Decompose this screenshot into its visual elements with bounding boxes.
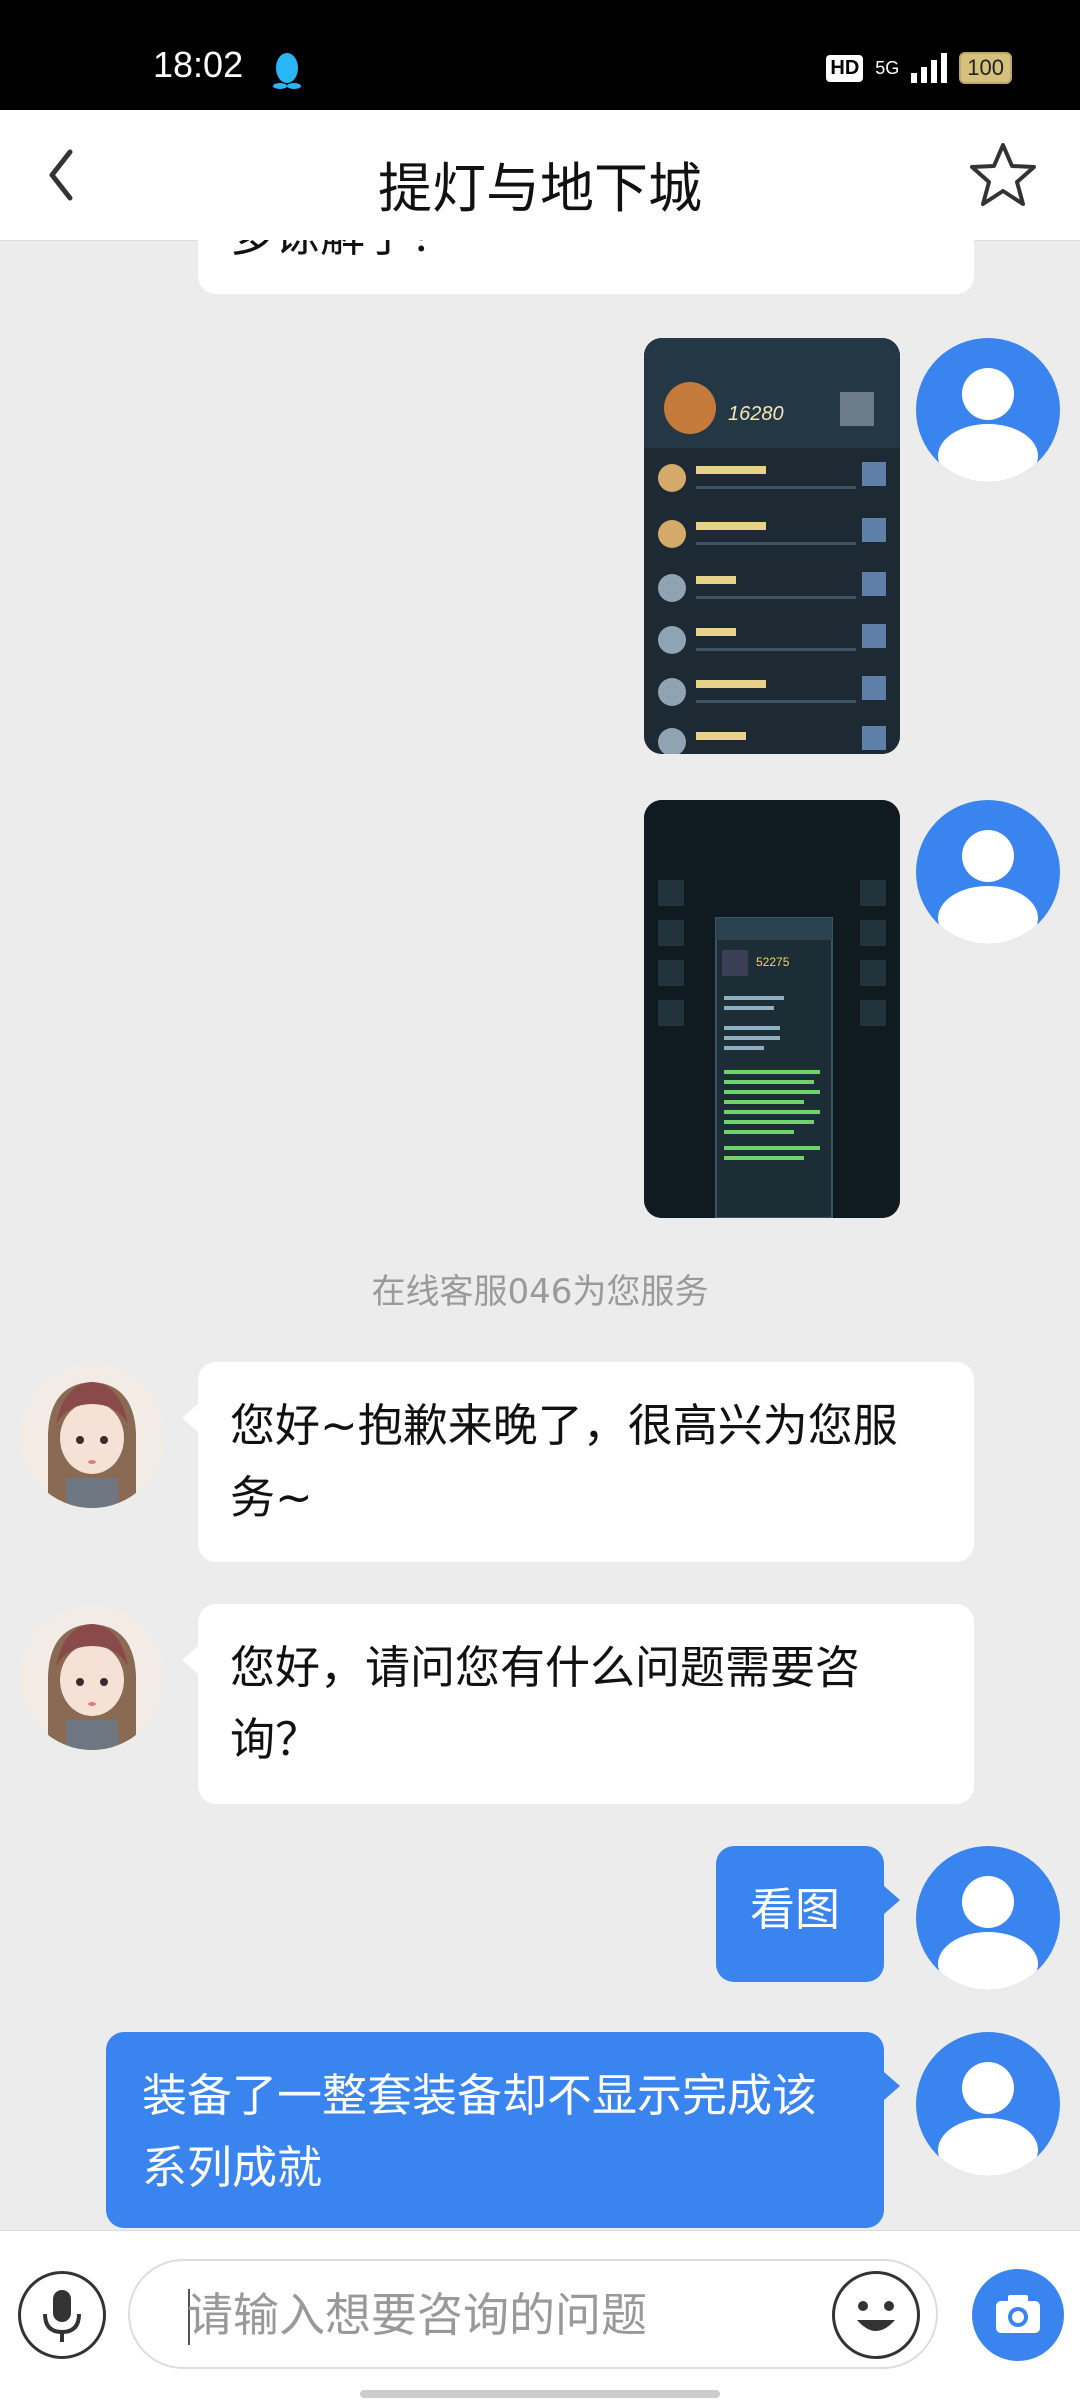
agent-portrait-icon [20,1364,164,1508]
agent-avatar[interactable] [20,1364,164,1508]
message-text: 装备了一整套装备却不显示完成该系列成就 [142,2069,818,2194]
question-input[interactable] [185,2281,829,2349]
agent-join-notice: 在线客服046为您服务 [371,1272,709,1312]
bubble-tail [182,1404,198,1432]
bubble-tail [182,1646,198,1674]
image-message-achievements[interactable]: 16280 [644,338,900,754]
question-input-field[interactable] [128,2259,938,2369]
message-bubble-partial: 多谅解了！ [198,240,974,294]
status-icons: HD 5G 100 [826,52,1012,84]
user-message-bubble: 看图 [716,1846,884,1982]
emoji-icon [857,2301,895,2331]
microphone-button[interactable] [18,2271,106,2359]
message-text: 多谅解了！ [230,240,455,272]
achievement-screenshot: 16280 [644,338,900,754]
input-bar [0,2230,1080,2401]
score-text: 16280 [728,403,784,425]
agent-message-bubble: 您好，请问您有什么问题需要咨询？ [198,1604,974,1804]
user-avatar[interactable] [916,2032,1060,2176]
status-bar: 18:02 HD 5G 100 [0,0,1080,110]
camera-icon [996,2295,1040,2333]
user-avatar[interactable] [916,338,1060,482]
star-icon[interactable] [968,140,1038,210]
chat-header: 提灯与地下城 [0,110,1080,241]
camera-button[interactable] [972,2269,1064,2361]
user-silhouette-icon [938,368,1038,482]
item-score-text: 52275 [756,955,790,969]
emoji-button[interactable] [832,2271,920,2359]
page-title: 提灯与地下城 [378,157,702,220]
microphone-icon [43,2290,81,2342]
agent-avatar[interactable] [20,1606,164,1750]
agent-message-bubble: 您好~抱歉来晚了，很高兴为您服务~ [198,1362,974,1562]
signal-icon [911,53,948,83]
image-message-equipment[interactable]: 52275 [644,800,900,1218]
bubble-tail [884,1886,900,1914]
bubble-tail [884,2072,900,2100]
status-time: 18:02 [153,44,244,85]
message-text: 您好，请问您有什么问题需要咨询？ [230,1641,861,1766]
battery-indicator: 100 [959,52,1012,84]
user-avatar[interactable] [916,800,1060,944]
user-silhouette-icon [938,2062,1038,2176]
equipment-screenshot: 52275 [644,800,900,1218]
hd-badge: HD [826,54,864,82]
agent-portrait-icon [20,1606,164,1750]
network-type: 5G [875,57,900,78]
message-text: 看图 [750,1883,841,1936]
user-message-bubble: 装备了一整套装备却不显示完成该系列成就 [106,2032,884,2228]
qq-penguin-icon [273,53,301,89]
user-silhouette-icon [938,1876,1038,1990]
user-avatar[interactable] [916,1846,1060,1990]
home-indicator[interactable] [360,2390,720,2398]
message-text: 您好~抱歉来晚了，很高兴为您服务~ [230,1399,898,1524]
user-silhouette-icon [938,830,1038,944]
